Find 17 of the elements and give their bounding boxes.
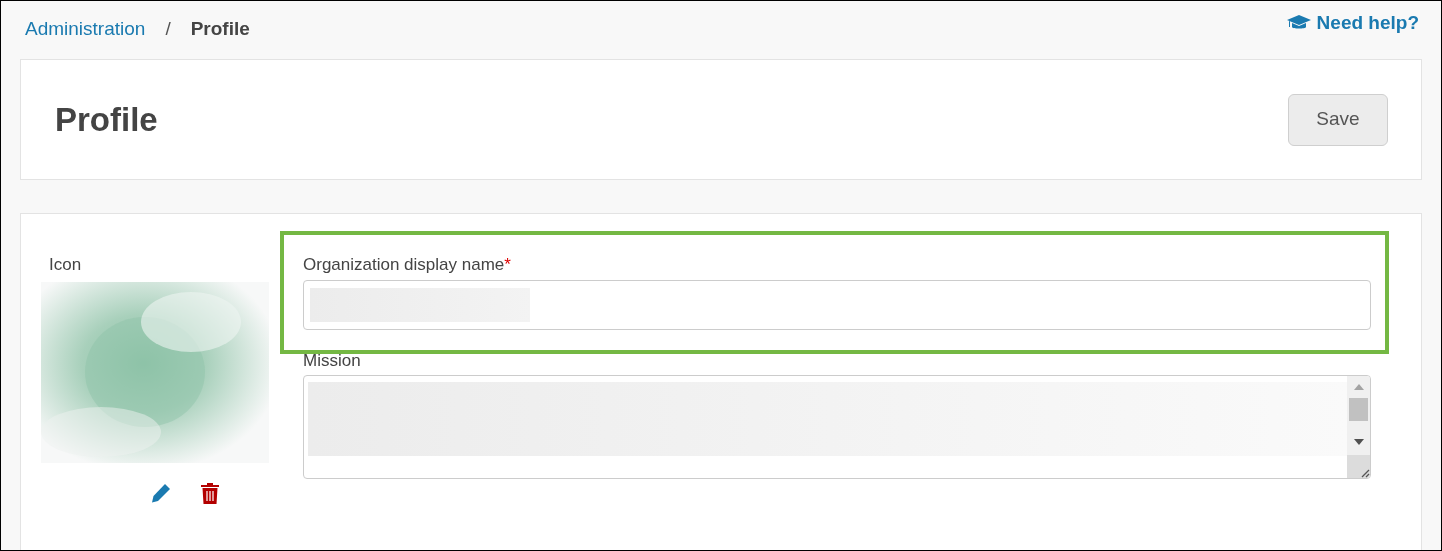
field-label: Mission [303, 349, 362, 372]
breadcrumb-separator: / [165, 17, 171, 41]
page-title: Profile [55, 99, 158, 140]
pencil-icon[interactable] [151, 482, 171, 503]
field-label: Organization display name* [303, 254, 512, 276]
breadcrumb-current: Profile [190, 17, 250, 41]
resize-grip-icon[interactable] [1360, 468, 1370, 478]
scroll-up-icon[interactable] [1352, 383, 1365, 391]
scrollbar[interactable] [1347, 376, 1370, 478]
text-input[interactable] [303, 279, 1371, 330]
scroll-down-icon[interactable] [1352, 438, 1365, 446]
breadcrumb-link[interactable]: Administration [25, 15, 146, 44]
scrollbar-thumb[interactable] [1349, 398, 1368, 421]
save-button[interactable]: Save [1288, 93, 1388, 146]
help-link[interactable]: Need help? [1286, 9, 1419, 38]
trash-icon[interactable] [201, 482, 219, 504]
field-label: Icon [49, 254, 83, 276]
